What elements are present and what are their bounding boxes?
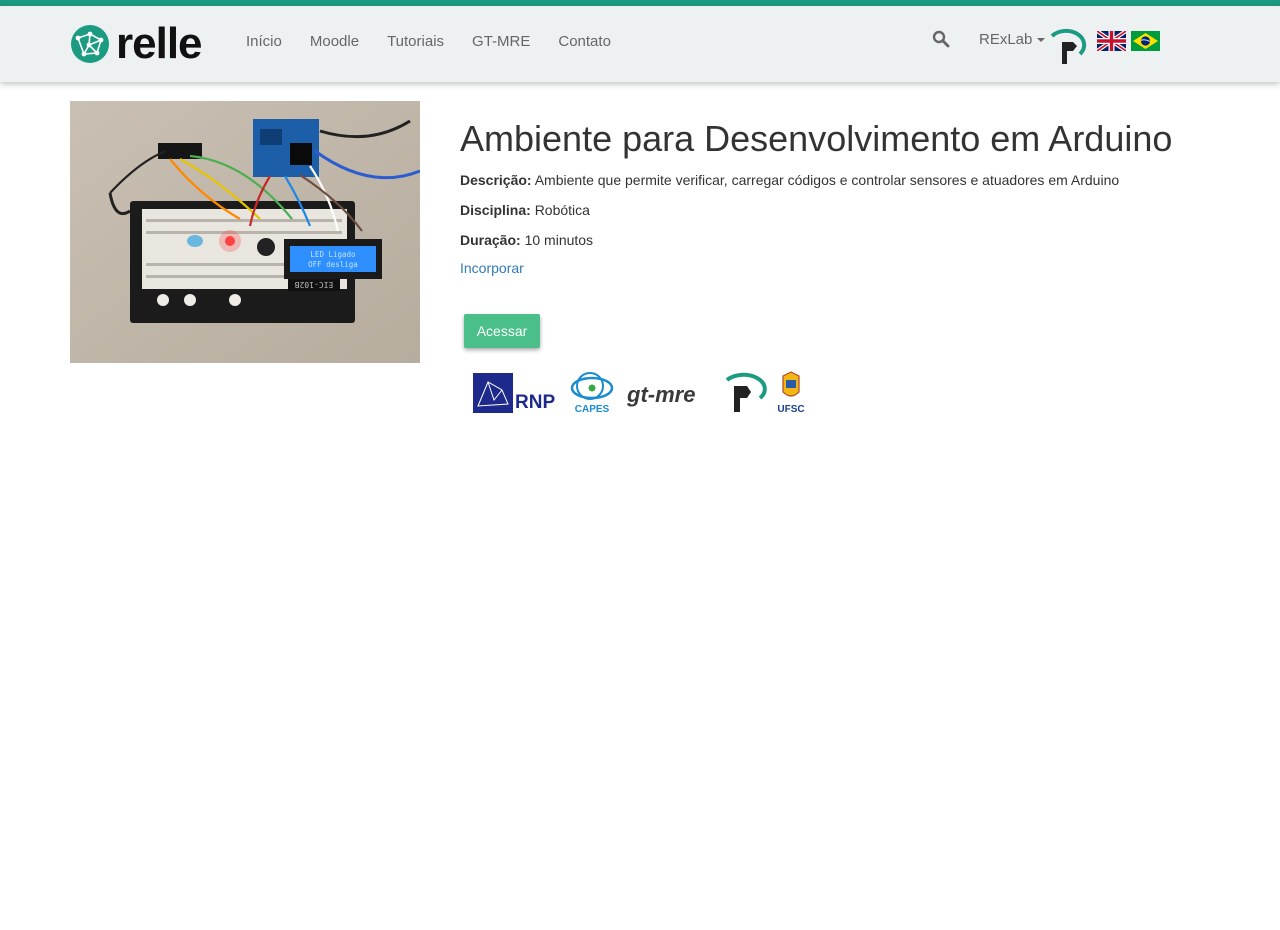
nav-link-inicio[interactable]: Início [232, 33, 296, 50]
nav-menu: Início Moodle Tutoriais GT-MRE Contato [232, 6, 625, 76]
rnp-logo: RNP [473, 373, 555, 413]
relle-globe-icon [71, 25, 109, 63]
uk-flag-icon[interactable] [1097, 31, 1126, 51]
rexlab-logo-icon[interactable] [1046, 24, 1090, 68]
rexlab-partner-logo [725, 372, 767, 412]
capes-logo: CAPES [570, 372, 614, 415]
svg-text:UFSC: UFSC [777, 404, 804, 415]
discipline-row: Disciplina: Robótica [460, 200, 590, 220]
nav-link-moodle[interactable]: Moodle [296, 33, 373, 50]
user-menu-dropdown[interactable]: RExLab [979, 31, 1046, 48]
discipline-label: Disciplina: [460, 202, 531, 218]
duration-row: Duração: 10 minutos [460, 230, 593, 250]
photo-lcd-line1: LED Ligado [310, 250, 356, 259]
embed-link[interactable]: Incorporar [460, 260, 524, 276]
description-value: Ambiente que permite verificar, carregar… [534, 172, 1120, 188]
description-row: Descrição: Ambiente que permite verifica… [460, 170, 1119, 190]
partner-logos: RNP CAPES gt-mre UFSC [473, 371, 805, 415]
photo-lcd-line2: OFF desliga [308, 260, 358, 269]
discipline-value: Robótica [534, 202, 590, 218]
page-title: Ambiente para Desenvolvimento em Arduino [460, 118, 1173, 159]
navbar: relle Início Moodle Tutoriais GT-MRE Con… [0, 6, 1280, 82]
user-menu-label: RExLab [979, 31, 1033, 48]
brand-logo[interactable]: relle [70, 19, 203, 68]
caret-down-icon [1037, 37, 1046, 42]
duration-label: Duração: [460, 232, 521, 248]
search-icon[interactable] [932, 30, 950, 48]
gt-mre-logo: gt-mre [626, 382, 695, 407]
lab-photo: EIC-102B LED Ligado OFF desliga [70, 101, 420, 363]
svg-text:CAPES: CAPES [575, 404, 610, 415]
nav-link-contato[interactable]: Contato [544, 33, 625, 50]
description-label: Descrição: [460, 172, 532, 188]
duration-value: 10 minutos [524, 232, 594, 248]
access-button[interactable]: Acessar [464, 314, 540, 348]
ufsc-logo: UFSC [777, 371, 805, 415]
brand-name: relle [116, 19, 203, 68]
svg-text:gt-mre: gt-mre [626, 382, 695, 407]
nav-link-tutoriais[interactable]: Tutoriais [373, 33, 458, 50]
nav-link-gt-mre[interactable]: GT-MRE [458, 33, 544, 50]
brazil-flag-icon[interactable] [1131, 31, 1160, 51]
photo-board-label: EIC-102B [295, 280, 334, 289]
svg-text:RNP: RNP [515, 392, 555, 413]
